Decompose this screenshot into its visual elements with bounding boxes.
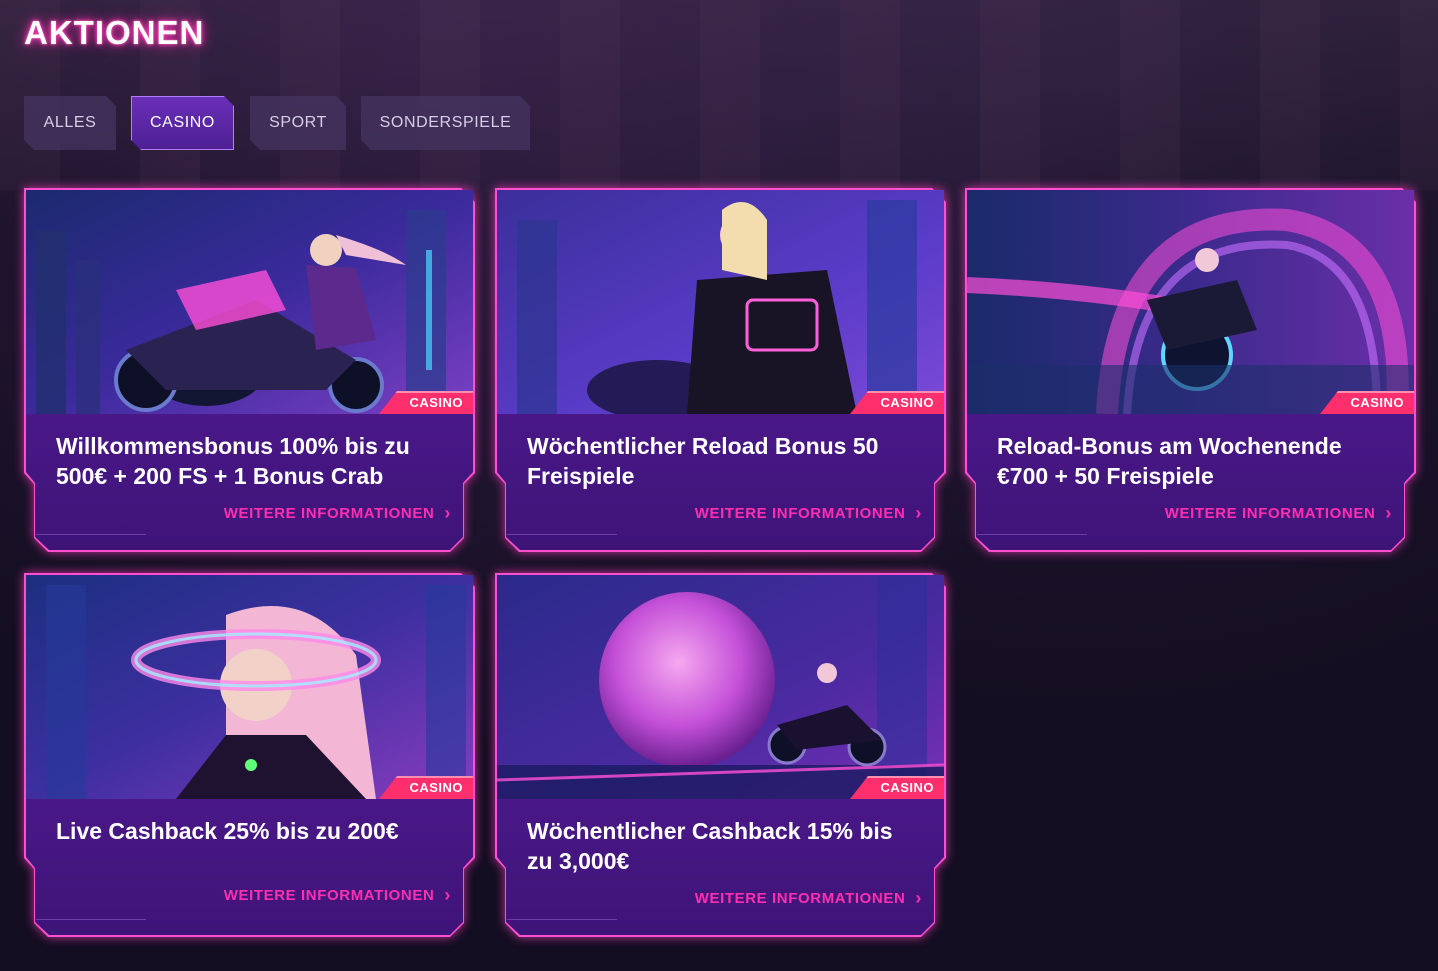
tab-sonderspiele[interactable]: SONDERSPIELE xyxy=(361,96,530,150)
page-title: AKTIONEN xyxy=(24,14,205,51)
tab-alles[interactable]: ALLES xyxy=(24,96,116,150)
more-info-label: WEITERE INFORMATIONEN xyxy=(694,505,906,522)
more-info-label: WEITERE INFORMATIONEN xyxy=(223,505,435,522)
promo-title: Willkommensbonus 100% bis zu 500€ + 200 … xyxy=(56,433,410,489)
promo-card[interactable]: CASINO Wöchentlicher Cashback 15% bis zu… xyxy=(495,573,946,939)
promo-card[interactable]: CASINO Willkommensbonus 100% bis zu 500€… xyxy=(24,188,475,554)
promo-title: Reload-Bonus am Wochenende €700 + 50 Fre… xyxy=(997,433,1342,489)
promo-image-pink-sphere xyxy=(497,575,944,799)
promo-image-holo-visor xyxy=(26,575,473,799)
promo-card[interactable]: CASINO Live Cashback 25% bis zu 200€ WEI… xyxy=(24,573,475,939)
promo-image-rider-jacket xyxy=(497,190,944,414)
chevron-right-icon: › xyxy=(915,503,922,523)
chevron-right-icon: › xyxy=(915,888,922,908)
promo-image-rider-motorcycle xyxy=(26,190,473,414)
chevron-right-icon: › xyxy=(444,503,451,523)
more-info-label: WEITERE INFORMATIONEN xyxy=(223,887,435,904)
more-info-link[interactable]: WEITERE INFORMATIONEN › xyxy=(695,503,922,524)
more-info-link[interactable]: WEITERE INFORMATIONEN › xyxy=(224,885,451,906)
chevron-right-icon: › xyxy=(444,885,451,905)
promo-image-neon-loop xyxy=(967,190,1414,414)
promo-title: Wöchentlicher Reload Bonus 50 Freispiele xyxy=(527,433,879,489)
more-info-link[interactable]: WEITERE INFORMATIONEN › xyxy=(1165,503,1392,524)
more-info-link[interactable]: WEITERE INFORMATIONEN › xyxy=(224,503,451,524)
more-info-link[interactable]: WEITERE INFORMATIONEN › xyxy=(695,888,922,909)
promotions-page: AKTIONEN ALLES CASINO SPORT SONDERSPIELE xyxy=(0,0,1438,971)
more-info-label: WEITERE INFORMATIONEN xyxy=(694,890,906,907)
promo-title: Live Cashback 25% bis zu 200€ xyxy=(56,818,399,844)
chevron-right-icon: › xyxy=(1385,503,1392,523)
background-decoration xyxy=(0,0,1438,190)
more-info-label: WEITERE INFORMATIONEN xyxy=(1164,505,1376,522)
promo-title: Wöchentlicher Cashback 15% bis zu 3,000€ xyxy=(527,818,893,874)
promo-card[interactable]: CASINO Wöchentlicher Reload Bonus 50 Fre… xyxy=(495,188,946,554)
promo-card[interactable]: CASINO Reload-Bonus am Wochenende €700 +… xyxy=(965,188,1416,554)
tab-sport[interactable]: SPORT xyxy=(250,96,346,150)
tab-casino[interactable]: CASINO xyxy=(131,96,234,150)
